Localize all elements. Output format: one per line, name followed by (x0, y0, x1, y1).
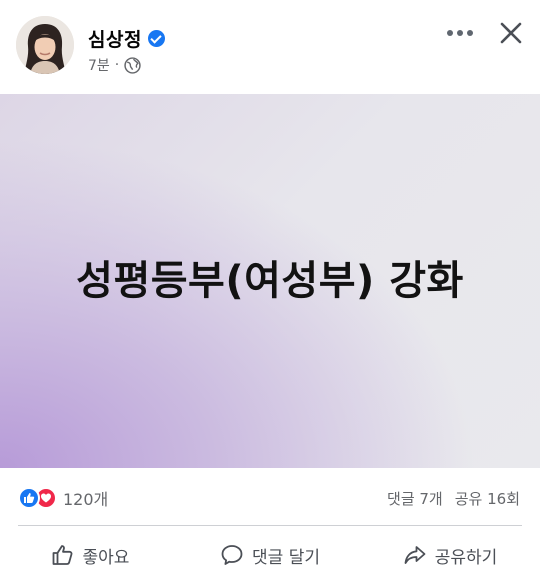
comment-count[interactable]: 댓글 7개 (387, 488, 443, 509)
share-count[interactable]: 공유 16회 (455, 488, 520, 509)
author-name[interactable]: 심상정 (88, 25, 142, 52)
author-avatar[interactable] (16, 16, 74, 74)
globe-icon (124, 56, 141, 74)
action-bar: 좋아요 댓글 달기 공유하기 (0, 530, 540, 580)
more-dot (457, 30, 463, 36)
post-meta: 7분 · (88, 55, 141, 75)
post-stats: 120개 댓글 7개 공유 16회 (0, 468, 540, 524)
post-time[interactable]: 7분 (88, 55, 110, 75)
post-image-text: 성평등부(여성부) 강화 (76, 258, 464, 304)
comment-button[interactable]: 댓글 달기 (180, 530, 360, 580)
more-dot (467, 30, 473, 36)
thumbs-up-icon (52, 545, 72, 565)
reaction-count[interactable]: 120개 (63, 486, 108, 510)
like-reaction-icon (18, 487, 40, 509)
post-image[interactable]: 성평등부(여성부) 강화 (0, 94, 540, 468)
post-header: 심상정 7분 · (0, 0, 540, 94)
verified-badge-icon (147, 30, 165, 47)
comment-icon (221, 545, 243, 565)
like-button-label: 좋아요 (82, 547, 130, 568)
meta-separator: · (114, 57, 120, 73)
author-name-row[interactable]: 심상정 (88, 25, 165, 52)
share-icon (404, 546, 426, 564)
close-icon[interactable] (496, 18, 526, 48)
like-button[interactable]: 좋아요 (0, 530, 180, 580)
more-options-icon[interactable] (440, 20, 480, 46)
comment-button-label: 댓글 달기 (252, 547, 320, 568)
share-button[interactable]: 공유하기 (360, 530, 540, 580)
engagement-counts: 댓글 7개 공유 16회 (387, 488, 520, 509)
reactions-summary[interactable]: 120개 (18, 486, 108, 510)
divider (18, 525, 522, 526)
more-dot (447, 30, 453, 36)
share-button-label: 공유하기 (434, 547, 498, 568)
